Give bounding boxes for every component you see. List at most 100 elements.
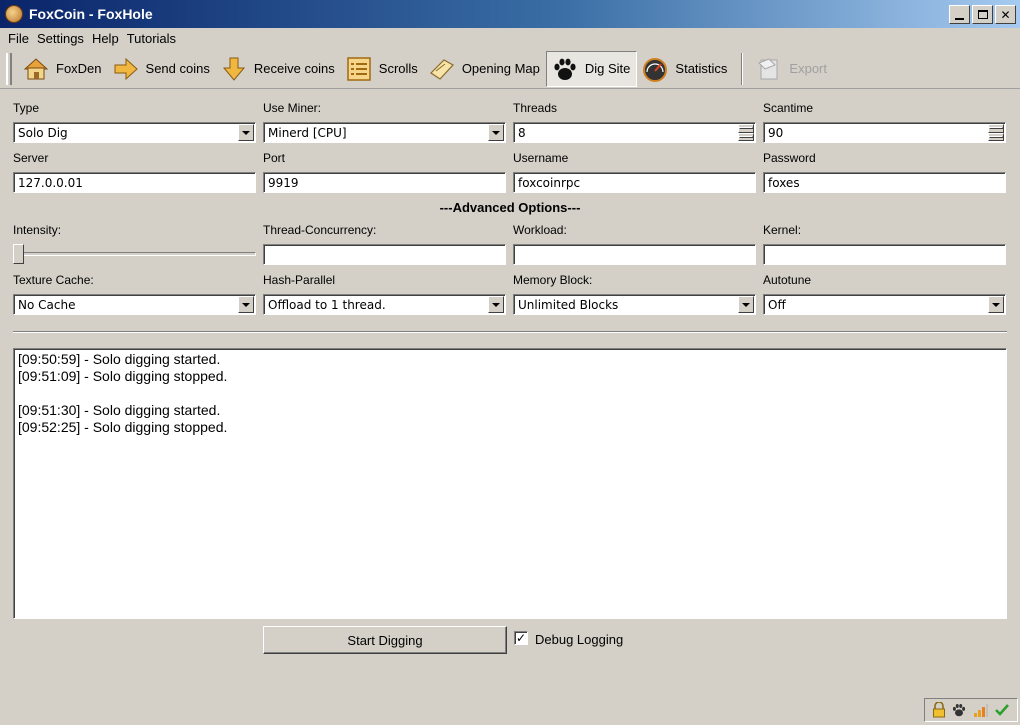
password-label: Password <box>763 151 816 165</box>
port-value: 9919 <box>268 176 299 190</box>
server-label: Server <box>13 151 49 165</box>
threads-spinbox[interactable]: 8 <box>513 122 756 143</box>
lock-icon <box>932 702 945 718</box>
arrow-down-icon <box>222 57 245 81</box>
signal-icon <box>973 704 988 717</box>
arrow-right-icon <box>114 57 138 80</box>
username-input[interactable]: foxcoinrpc <box>513 172 756 193</box>
chevron-down-icon[interactable] <box>988 296 1004 313</box>
toolbar-statistics-button[interactable]: Statistics <box>637 51 733 87</box>
check-icon <box>995 704 1010 716</box>
spin-up-icon[interactable] <box>738 124 754 133</box>
toolbar-opening-map-label: Opening Map <box>461 61 540 76</box>
start-digging-label: Start Digging <box>347 632 423 648</box>
toolbar-opening-map-button[interactable]: Opening Map <box>424 51 546 87</box>
server-value: 127.0.0.01 <box>18 176 83 190</box>
log-line: [09:51:09] - Solo digging stopped. <box>18 368 228 384</box>
intensity-slider-handle[interactable] <box>13 244 24 264</box>
memory-block-label: Memory Block: <box>513 273 593 287</box>
menu-file[interactable]: File <box>4 31 33 46</box>
toolbar-send-coins-label: Send coins <box>145 61 210 76</box>
threads-label: Threads <box>513 101 558 115</box>
log-line: [09:50:59] - Solo digging started. <box>18 351 221 367</box>
port-input[interactable]: 9919 <box>263 172 506 193</box>
list-icon <box>347 56 371 81</box>
kernel-label: Kernel: <box>763 223 802 237</box>
chevron-down-icon[interactable] <box>238 124 254 141</box>
toolbar-dig-site-label: Dig Site <box>584 61 631 76</box>
toolbar-send-coins-button[interactable]: Send coins <box>108 51 216 87</box>
server-input[interactable]: 127.0.0.01 <box>13 172 256 193</box>
workload-input[interactable] <box>513 244 756 265</box>
paw-icon <box>953 704 966 717</box>
toolbar-scrolls-button[interactable]: Scrolls <box>341 51 424 87</box>
toolbar-dig-site-button[interactable]: Dig Site <box>545 50 638 87</box>
log-line: [09:51:30] - Solo digging started. <box>18 402 221 418</box>
autotune-value: Off <box>768 298 786 312</box>
chevron-down-icon[interactable] <box>738 296 754 313</box>
scantime-spin-buttons[interactable] <box>988 124 1004 141</box>
threads-spin-buttons[interactable] <box>738 124 754 141</box>
debug-logging-checkbox[interactable]: ✓ <box>514 631 528 645</box>
hash-parallel-select[interactable]: Offload to 1 thread. <box>263 294 506 315</box>
close-button[interactable]: ✕ <box>995 5 1016 24</box>
chevron-down-icon[interactable] <box>488 124 504 141</box>
autotune-select[interactable]: Off <box>763 294 1006 315</box>
password-input[interactable]: foxes <box>763 172 1006 193</box>
kernel-input[interactable] <box>763 244 1006 265</box>
toolbar-foxden-button[interactable]: FoxDen <box>18 51 108 87</box>
toolbar-grip[interactable] <box>6 52 12 85</box>
toolbar-export-label: Export <box>789 61 827 76</box>
menu-bar: File Settings Help Tutorials <box>0 28 1020 48</box>
username-label: Username <box>513 151 569 165</box>
toolbar-receive-coins-label: Receive coins <box>253 61 335 76</box>
log-line: [09:52:25] - Solo digging stopped. <box>18 419 228 435</box>
use-miner-select[interactable]: Minerd [CPU] <box>263 122 506 143</box>
checkmark-icon: ✓ <box>515 631 527 645</box>
username-value: foxcoinrpc <box>518 176 581 190</box>
toolbar-foxden-label: FoxDen <box>56 61 102 76</box>
thread-concurrency-label: Thread-Concurrency: <box>263 223 377 237</box>
mining-log[interactable]: [09:50:59] - Solo digging started. [09:5… <box>13 348 1007 619</box>
password-value: foxes <box>768 176 800 190</box>
minimize-button[interactable] <box>949 5 970 24</box>
status-bar-icons <box>924 698 1018 722</box>
intensity-slider-track[interactable] <box>13 252 256 256</box>
toolbar-receive-coins-button[interactable]: Receive coins <box>216 51 341 87</box>
window-controls: ✕ <box>949 5 1016 24</box>
memory-block-select[interactable]: Unlimited Blocks <box>513 294 756 315</box>
debug-logging-label: Debug Logging <box>535 632 624 647</box>
chevron-down-icon[interactable] <box>488 296 504 313</box>
menu-tutorials[interactable]: Tutorials <box>123 31 180 46</box>
maximize-button[interactable] <box>972 5 993 24</box>
house-icon <box>23 57 49 79</box>
scantime-spinbox[interactable]: 90 <box>763 122 1006 143</box>
foxcoin-app-icon <box>5 5 23 23</box>
texture-cache-select[interactable]: No Cache <box>13 294 256 315</box>
export-icon <box>758 57 778 79</box>
port-label: Port <box>263 151 286 165</box>
thread-concurrency-input[interactable] <box>263 244 506 265</box>
toolbar-export-button[interactable]: Export <box>751 51 833 87</box>
workload-label: Workload: <box>513 223 567 237</box>
type-label: Type <box>13 101 40 115</box>
start-digging-button[interactable]: Start Digging <box>263 626 507 654</box>
chevron-down-icon[interactable] <box>238 296 254 313</box>
spin-down-icon[interactable] <box>738 132 754 141</box>
threads-value: 8 <box>518 126 526 140</box>
spin-down-icon[interactable] <box>988 132 1004 141</box>
toolbar-scrolls-label: Scrolls <box>378 61 418 76</box>
toolbar-statistics-label: Statistics <box>675 61 728 76</box>
menu-settings[interactable]: Settings <box>33 31 88 46</box>
title-bar: FoxCoin - FoxHole ✕ <box>0 0 1020 28</box>
hash-parallel-value: Offload to 1 thread. <box>268 298 386 312</box>
memory-block-value: Unlimited Blocks <box>518 298 619 312</box>
advanced-options-heading: ---Advanced Options--- <box>439 200 581 215</box>
minimize-icon <box>955 17 964 20</box>
menu-help[interactable]: Help <box>88 31 123 46</box>
type-select[interactable]: Solo Dig <box>13 122 256 143</box>
spin-up-icon[interactable] <box>988 124 1004 133</box>
scantime-label: Scantime <box>763 101 814 115</box>
type-select-value: Solo Dig <box>18 126 68 140</box>
